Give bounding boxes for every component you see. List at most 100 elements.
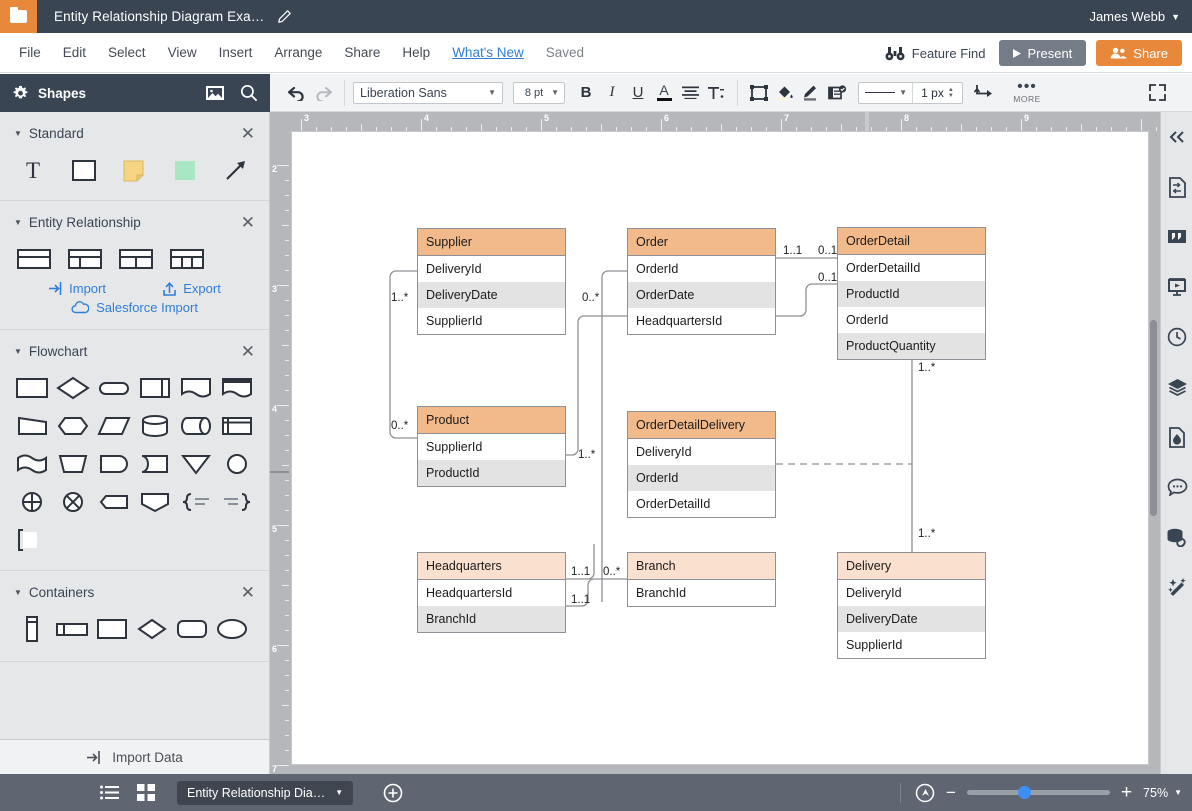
entity-attribute[interactable]: DeliveryId <box>628 439 775 465</box>
zoom-in-button[interactable]: + <box>1121 783 1132 802</box>
close-icon[interactable]: ✕ <box>241 343 255 360</box>
menu-edit[interactable]: Edit <box>52 33 97 73</box>
entity-attribute[interactable]: BranchId <box>628 580 775 606</box>
layers-icon[interactable] <box>1161 362 1192 412</box>
shape-entity-2[interactable] <box>65 245 105 273</box>
share-button[interactable]: Share <box>1096 40 1182 66</box>
entity-orderdetail[interactable]: OrderDetailOrderDetailIdProductIdOrderId… <box>837 227 986 360</box>
presentation-icon[interactable] <box>1161 262 1192 312</box>
close-icon[interactable]: ✕ <box>241 214 255 231</box>
entity-attribute[interactable]: ProductQuantity <box>838 333 985 359</box>
shape-database[interactable] <box>134 410 175 442</box>
menu-arrange[interactable]: Arrange <box>263 33 333 73</box>
entity-attribute[interactable]: OrderId <box>628 465 775 491</box>
menu-view[interactable]: View <box>157 33 208 73</box>
section-standard-header[interactable]: ▼ Standard ✕ <box>0 112 269 154</box>
entity-orderdetaildelivery[interactable]: OrderDetailDeliveryDeliveryIdOrderIdOrde… <box>627 411 776 518</box>
container-rounded[interactable] <box>172 613 212 645</box>
add-page-icon[interactable] <box>383 783 403 803</box>
document-properties-icon[interactable] <box>1161 162 1192 212</box>
shape-display[interactable] <box>94 448 135 480</box>
entity-attribute[interactable]: DeliveryDate <box>838 606 985 632</box>
line-width-stepper[interactable]: 1 px ▲▼ <box>912 83 962 103</box>
shape-direct-access-storage[interactable] <box>175 410 216 442</box>
entity-product[interactable]: ProductSupplierIdProductId <box>417 406 566 487</box>
font-family-select[interactable]: Liberation Sans ▼ <box>353 82 503 104</box>
list-view-icon[interactable] <box>100 785 119 800</box>
canvas-area[interactable]: SupplierDeliveryIdDeliveryDateSupplierId… <box>289 131 1160 774</box>
entity-attribute[interactable]: OrderId <box>838 307 985 333</box>
er-export-button[interactable]: Export <box>162 281 221 296</box>
shape-summing-junction[interactable] <box>53 486 94 518</box>
shape-paper-tape[interactable] <box>12 448 53 480</box>
shape-process[interactable] <box>12 372 53 404</box>
close-icon[interactable]: ✕ <box>241 584 255 601</box>
chat-bubble-icon[interactable] <box>1161 462 1192 512</box>
collapse-icon[interactable] <box>1161 112 1192 162</box>
container-rectangle[interactable] <box>92 613 132 645</box>
zoom-slider[interactable] <box>967 790 1110 795</box>
shape-entity-3[interactable] <box>116 245 156 273</box>
zoom-out-button[interactable]: − <box>946 784 956 801</box>
container-diamond[interactable] <box>132 613 172 645</box>
page-tab[interactable]: Entity Relationship Dia… ▼ <box>177 781 353 805</box>
folder-icon[interactable] <box>0 0 37 33</box>
entity-attribute[interactable]: ProductId <box>838 281 985 307</box>
shape-offpage-left[interactable] <box>94 486 135 518</box>
zoom-slider-knob[interactable] <box>1018 786 1031 799</box>
shape-text[interactable]: T <box>14 156 53 184</box>
redo-button[interactable] <box>310 80 336 106</box>
shape-predefined-process[interactable] <box>134 372 175 404</box>
shape-manual-operation[interactable] <box>12 410 53 442</box>
image-icon[interactable] <box>206 85 224 101</box>
font-size-select[interactable]: 8 pt ▼ <box>513 82 565 104</box>
pencil-icon[interactable] <box>276 9 292 25</box>
shape-entity-1[interactable] <box>14 245 54 273</box>
shape-stored-data[interactable] <box>134 448 175 480</box>
text-options-button[interactable] <box>703 80 729 106</box>
entity-branch[interactable]: BranchBranchId <box>627 552 776 607</box>
entity-attribute[interactable]: SupplierId <box>418 308 565 334</box>
entity-attribute[interactable]: SupplierId <box>418 434 565 460</box>
shape-terminator[interactable] <box>94 372 135 404</box>
theme-ink-icon[interactable] <box>1161 412 1192 462</box>
shape-document[interactable] <box>175 372 216 404</box>
section-containers-header[interactable]: ▼ Containers ✕ <box>0 571 269 613</box>
line-style-select[interactable]: ▼ <box>859 83 912 103</box>
section-er-header[interactable]: ▼ Entity Relationship ✕ <box>0 201 269 243</box>
shape-connector[interactable] <box>216 448 257 480</box>
magic-wand-icon[interactable] <box>1161 562 1192 612</box>
shape-annotation-left[interactable] <box>216 486 257 518</box>
line-color-button[interactable] <box>798 80 824 106</box>
shape-offpage-connector[interactable] <box>134 486 175 518</box>
shape-entity-4[interactable] <box>167 245 207 273</box>
entity-attribute[interactable]: ProductId <box>418 460 565 486</box>
shape-bracket[interactable] <box>12 524 53 556</box>
shape-settings-button[interactable] <box>824 80 850 106</box>
shape-preparation[interactable] <box>53 410 94 442</box>
menu-select[interactable]: Select <box>97 33 157 73</box>
menu-share[interactable]: Share <box>333 33 391 73</box>
shape-rectangle[interactable] <box>65 156 104 184</box>
user-menu[interactable]: James Webb ▼ <box>1089 0 1180 33</box>
entity-delivery[interactable]: DeliveryDeliveryIdDeliveryDateSupplierId <box>837 552 986 659</box>
entity-attribute[interactable]: DeliveryId <box>418 256 565 282</box>
section-flowchart-header[interactable]: ▼ Flowchart ✕ <box>0 330 269 372</box>
bold-button[interactable]: B <box>573 80 599 106</box>
shape-internal-storage[interactable] <box>216 410 257 442</box>
shape-multi-document[interactable] <box>216 372 257 404</box>
search-icon[interactable] <box>240 84 258 102</box>
horizontal-ruler[interactable]: 3456789 <box>270 112 1160 131</box>
more-options-button[interactable]: ••• MORE <box>1007 82 1047 104</box>
vertical-ruler[interactable]: 234567 <box>270 131 289 774</box>
shape-sticky-note[interactable] <box>166 156 205 184</box>
text-align-button[interactable] <box>677 80 703 106</box>
zoom-level-select[interactable]: 75% ▼ <box>1143 786 1182 800</box>
salesforce-import-button[interactable]: Salesforce Import <box>0 300 269 329</box>
shape-manual-input[interactable] <box>53 448 94 480</box>
shape-annotation-right[interactable] <box>175 486 216 518</box>
diagram-page[interactable]: SupplierDeliveryIdDeliveryDateSupplierId… <box>291 131 1149 765</box>
entity-headquarters[interactable]: HeadquartersHeadquartersIdBranchId <box>417 552 566 633</box>
whats-new-link[interactable]: What's New <box>441 33 535 73</box>
italic-button[interactable]: I <box>599 80 625 106</box>
